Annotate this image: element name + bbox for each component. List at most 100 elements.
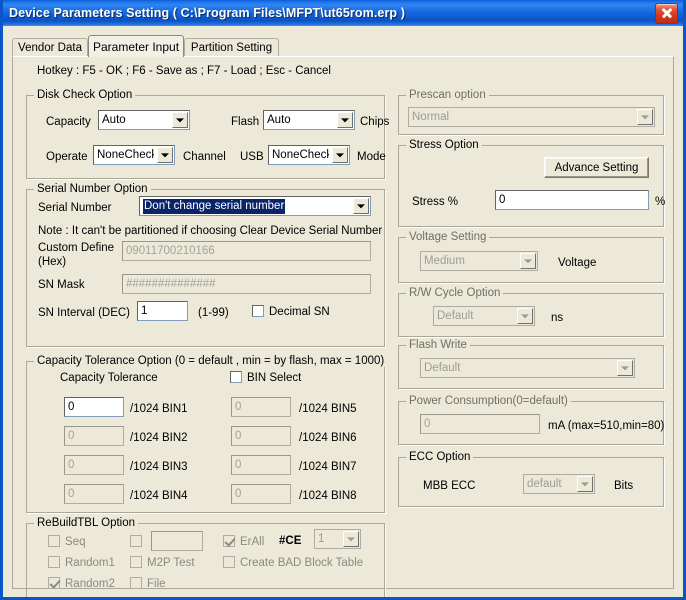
power-consumption-unit-label: mA (max=510,min=80) [548,420,665,432]
file-checkbox[interactable]: File [130,577,166,591]
chevron-down-icon[interactable] [157,147,173,163]
ce-combo-value: 1 [318,533,325,545]
custom-define-label-1: Custom Define [38,242,115,254]
random2-label: Random2 [65,578,115,590]
prescan-combo-value: Normal [412,111,450,123]
tab-parameter-input[interactable]: Parameter Input [88,35,184,57]
tab-partition-setting-label: Partition Setting [190,41,273,54]
checkbox-box [48,535,60,547]
flash-write-combo[interactable]: Default [420,358,635,378]
percent-sign-label: % [655,196,666,208]
erall-checkbox[interactable]: ErAll [223,535,264,549]
usb-combo-value: NoneCheck [272,149,329,161]
close-icon[interactable] [655,2,678,24]
group-rebuildtbl-title: ReBuildTBL Option [34,517,139,529]
create-bad-block-table-checkbox[interactable]: Create BAD Block Table [223,556,363,570]
bin2-input[interactable]: 0 [64,426,124,446]
mode-label: Mode [357,151,386,163]
tab-vendor-data-label: Vendor Data [18,41,82,54]
usb-label: USB [240,151,264,163]
random1-checkbox[interactable]: Random1 [48,556,115,570]
m2p-test-checkbox[interactable]: M2P Test [130,556,195,570]
seq-checkbox[interactable]: Seq [48,535,85,549]
rebuild-value-input[interactable] [151,531,203,551]
group-flash-write-title: Flash Write [406,339,470,351]
group-capacity-tolerance-title: Capacity Tolerance Option (0 = default ,… [34,355,388,367]
bin3-label: /1024 BIN3 [130,461,188,473]
chevron-down-icon[interactable] [577,476,593,492]
chevron-down-icon[interactable] [332,147,348,163]
chevron-down-icon[interactable] [520,253,536,269]
chevron-down-icon[interactable] [343,531,359,547]
sn-interval-label: SN Interval (DEC) [38,307,131,319]
group-rw-cycle-option: R/W Cycle Option Default ns [398,287,664,337]
serial-number-combo[interactable]: Don't change serial number [139,196,371,216]
ecc-bits-label: Bits [614,480,634,492]
rw-cycle-combo-value: Default [437,310,474,322]
checkbox-box [48,556,60,568]
operate-combo[interactable]: NoneCheck [93,145,175,165]
voltage-combo-value: Medium [424,255,465,267]
chevron-down-icon[interactable] [172,112,188,128]
operate-combo-value: NoneCheck [97,149,154,161]
file-label: File [147,578,166,590]
ce-combo[interactable]: 1 [314,529,361,549]
bin1-input[interactable]: 0 [64,397,124,417]
chevron-down-icon[interactable] [637,109,653,125]
flash-write-combo-value: Default [424,362,461,374]
serial-number-combo-value: Don't change serial number [143,199,286,214]
stress-percent-input[interactable]: 0 [495,190,649,210]
channel-label: Channel [183,151,226,163]
capacity-label: Capacity [46,116,91,128]
rw-cycle-combo[interactable]: Default [433,306,535,326]
group-stress-option: Stress Option Advance Setting Stress % 0… [398,139,666,227]
custom-define-input[interactable]: 09011700210166 [122,241,371,261]
chevron-down-icon[interactable] [517,308,533,324]
checkbox-box [130,556,142,568]
flash-combo[interactable]: Auto [263,110,355,130]
bin4-label: /1024 BIN4 [130,490,188,502]
tab-partition-setting[interactable]: Partition Setting [184,38,279,56]
device-parameters-window: Device Parameters Setting ( C:\Program F… [0,0,686,600]
group-voltage-title: Voltage Setting [406,231,490,243]
bin7-input[interactable]: 0 [231,455,291,475]
bin4-input[interactable]: 0 [64,484,124,504]
checkbox-box [130,577,142,589]
advance-setting-button[interactable]: Advance Setting [544,157,649,178]
bin5-input[interactable]: 0 [231,397,291,417]
flash-combo-value: Auto [267,114,291,126]
sn-interval-input[interactable]: 1 [137,301,188,321]
bin6-input[interactable]: 0 [231,426,291,446]
chevron-down-icon[interactable] [337,112,353,128]
blank-checkbox[interactable] [130,535,147,549]
sn-mask-input[interactable]: ############## [122,274,371,294]
stress-percent-label: Stress % [412,196,459,208]
decimal-sn-label: Decimal SN [269,306,330,318]
group-capacity-tolerance-option: Capacity Tolerance Option (0 = default ,… [26,355,388,513]
group-rebuildtbl-option: ReBuildTBL Option Seq Random1 Random2 M2… [26,517,385,597]
random1-label: Random1 [65,557,115,569]
tab-vendor-data[interactable]: Vendor Data [12,38,88,56]
chips-label: Chips [360,116,390,128]
chevron-down-icon[interactable] [353,198,369,214]
group-flash-write: Flash Write Default [398,339,664,389]
bin8-input[interactable]: 0 [231,484,291,504]
group-stress-title: Stress Option [406,139,482,151]
bin3-input[interactable]: 0 [64,455,124,475]
usb-combo[interactable]: NoneCheck [268,145,350,165]
group-serial-number-option: Serial Number Option Serial Number Don't… [26,183,385,347]
voltage-combo[interactable]: Medium [420,251,538,271]
group-power-consumption-title: Power Consumption(0=default) [406,395,571,407]
random2-checkbox[interactable]: Random2 [48,577,115,591]
prescan-combo[interactable]: Normal [408,107,655,127]
mbb-ecc-combo-value: default [527,478,562,490]
parameter-input-pane: Hotkey : F5 - OK ; F6 - Save as ; F7 - L… [12,56,674,597]
decimal-sn-checkbox[interactable]: Decimal SN [252,305,330,319]
mbb-ecc-combo[interactable]: default [523,474,595,494]
chevron-down-icon[interactable] [617,360,633,376]
capacity-combo[interactable]: Auto [98,110,190,130]
voltage-unit-label: Voltage [558,257,597,269]
power-consumption-input[interactable]: 0 [420,414,540,434]
group-disk-check-title: Disk Check Option [34,89,136,101]
bin-select-checkbox[interactable]: BIN Select [230,371,301,385]
